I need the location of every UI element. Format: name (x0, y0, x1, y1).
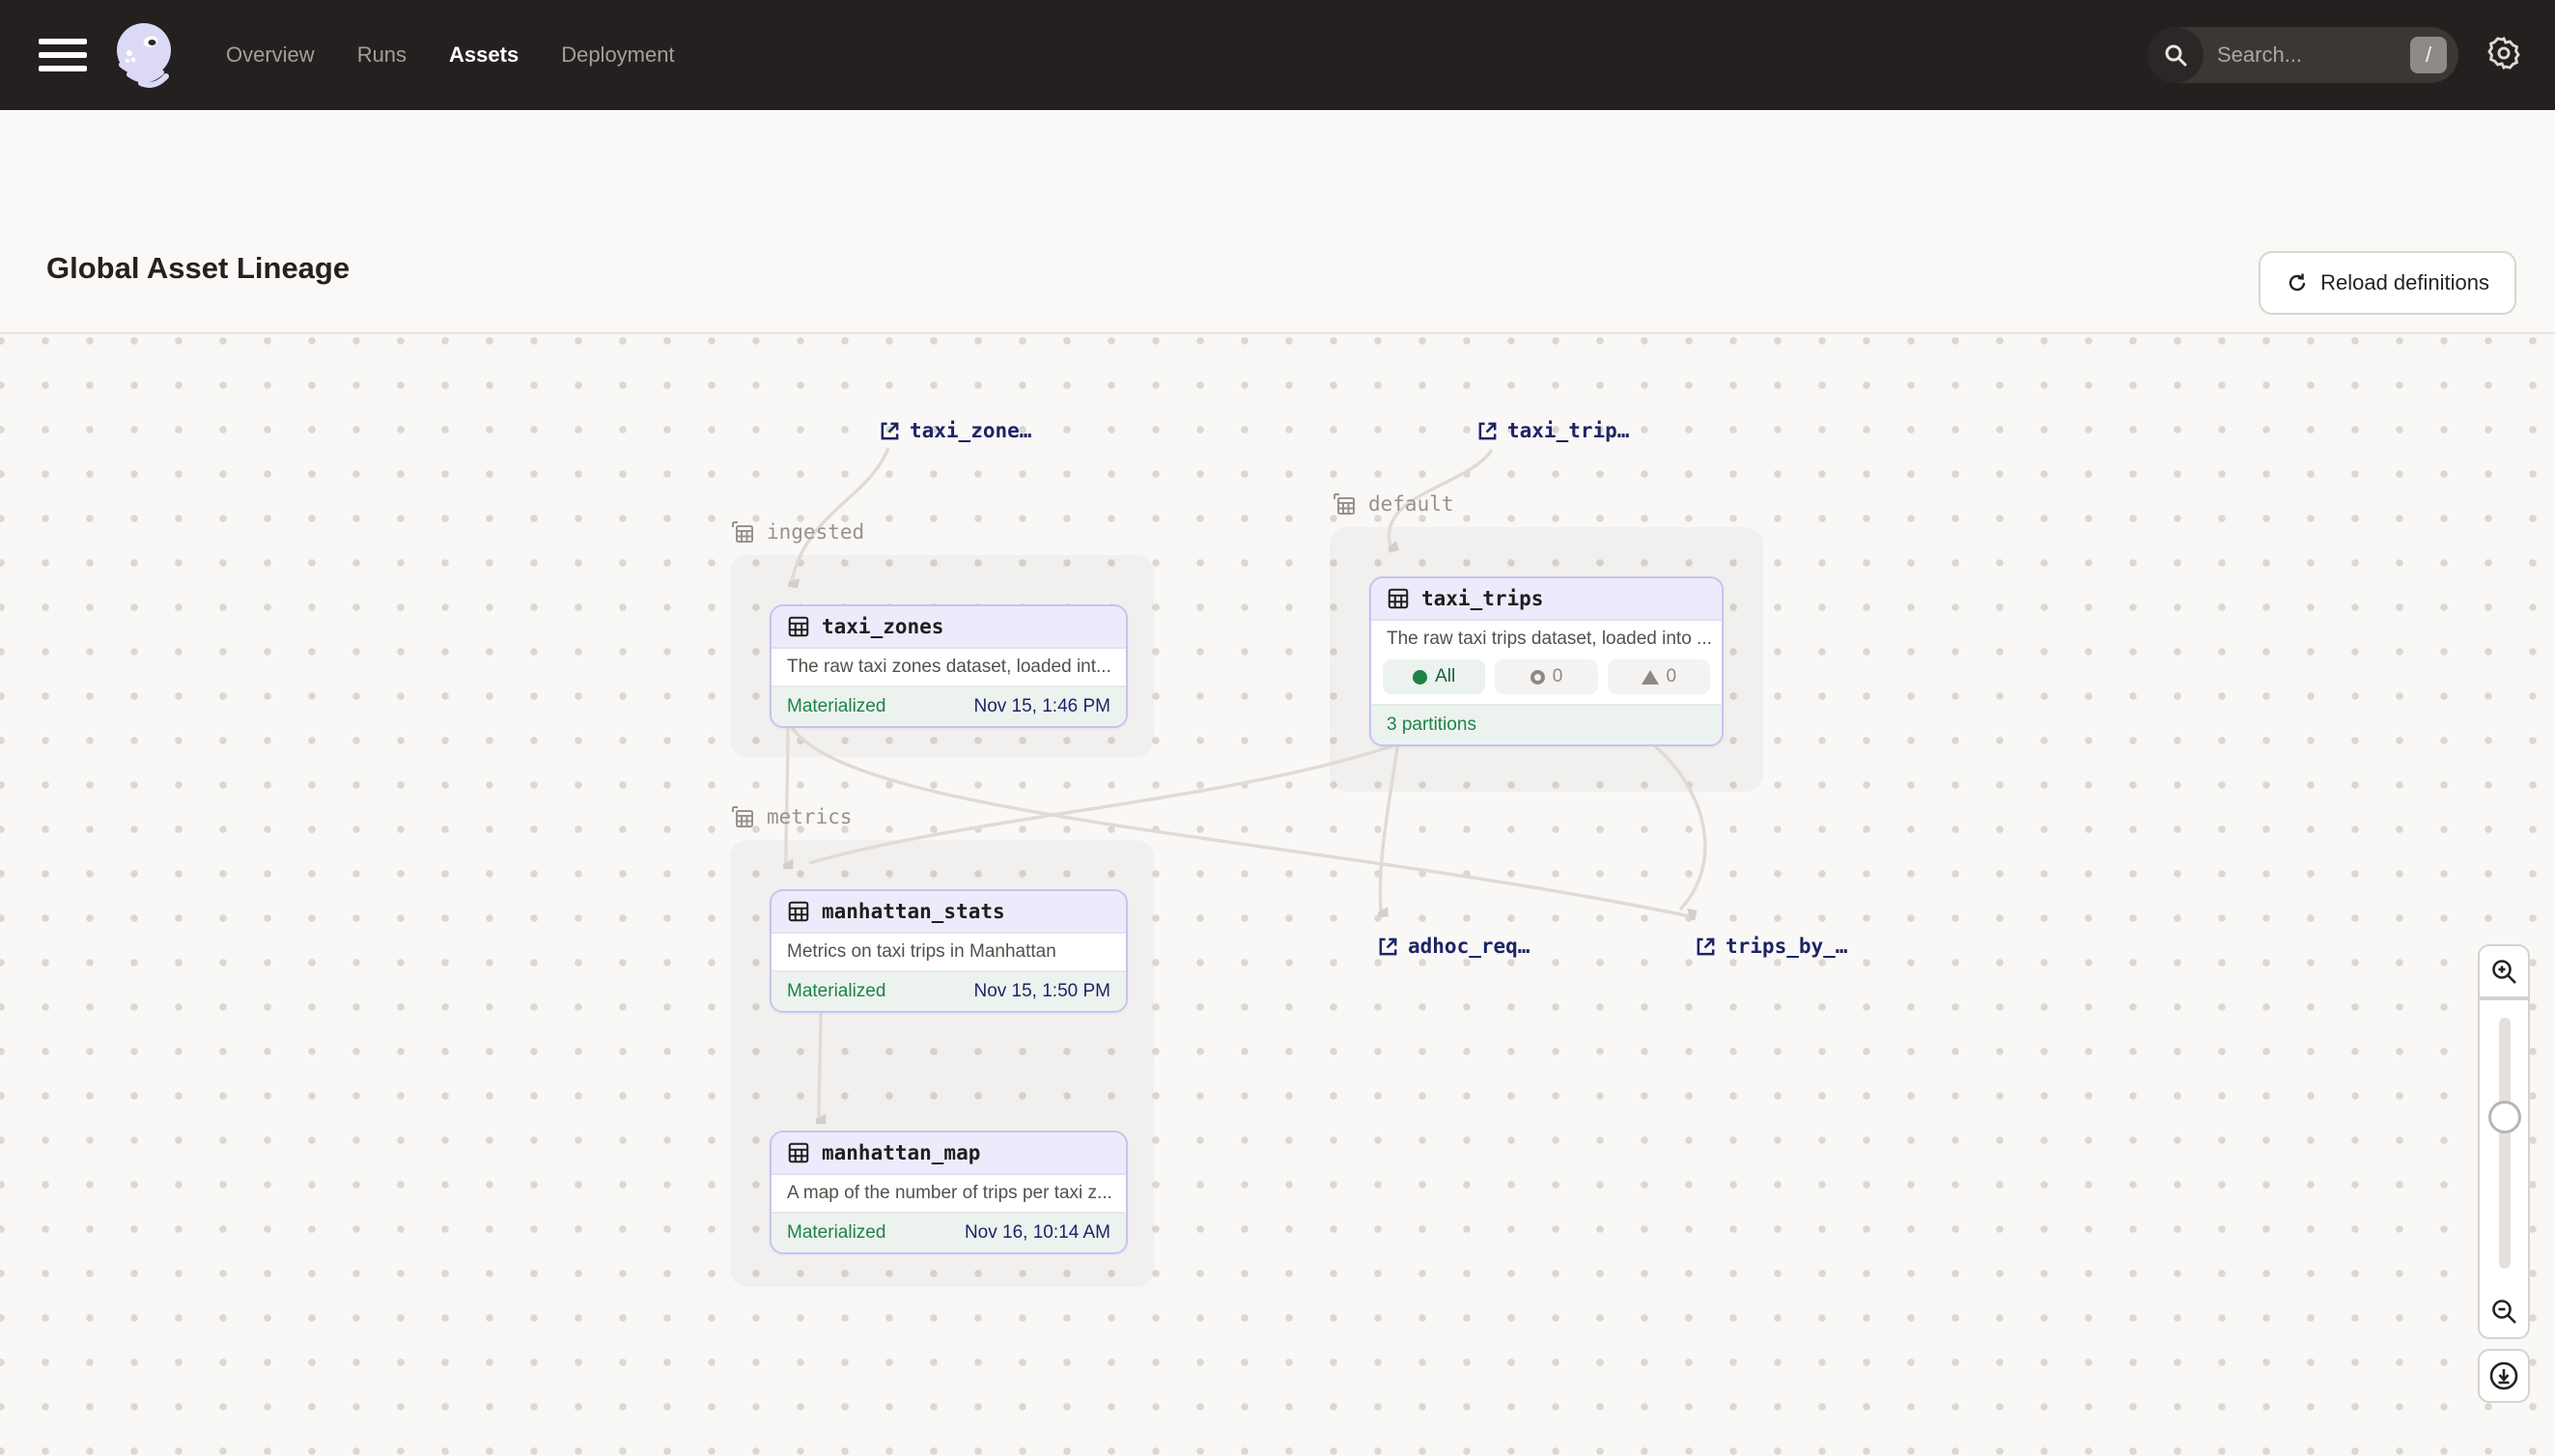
asset-status: Materialized (787, 981, 885, 1002)
asset-name: manhattan_stats (822, 900, 1005, 923)
asset-timestamp[interactable]: Nov 16, 10:14 AM (965, 1222, 1110, 1244)
asset-description: The raw taxi trips dataset, loaded into … (1371, 621, 1722, 658)
download-image-button[interactable] (2478, 1349, 2530, 1403)
page-header: Global Asset Lineage Reload definitions … (0, 110, 2555, 334)
zoom-out-button[interactable] (2478, 1285, 2530, 1339)
lineage-edges (0, 334, 2555, 1456)
external-asset-taxi-trip[interactable]: taxi_trip… (1476, 419, 1629, 442)
asset-status: Materialized (787, 1222, 885, 1244)
partitions-all-pill[interactable]: All (1383, 659, 1485, 694)
search-icon (2148, 27, 2204, 83)
group-table-icon (1332, 491, 1357, 517)
lineage-canvas[interactable]: ingested default metrics taxi_zone… taxi… (0, 334, 2555, 1456)
asset-status: Materialized (787, 696, 885, 717)
asset-description: The raw taxi zones dataset, loaded int..… (772, 649, 1126, 686)
table-icon (1387, 587, 1410, 610)
asset-partitions-count[interactable]: 3 partitions (1387, 714, 1476, 736)
asset-timestamp[interactable]: Nov 15, 1:50 PM (973, 981, 1110, 1002)
menu-icon[interactable] (39, 39, 87, 71)
table-icon (787, 900, 810, 923)
global-search[interactable]: Search... / (2148, 27, 2458, 83)
group-label-metrics[interactable]: metrics (730, 804, 853, 829)
asset-node-taxi-trips[interactable]: taxi_trips The raw taxi trips dataset, l… (1369, 576, 1724, 746)
external-link-icon (1476, 420, 1499, 442)
asset-name: manhattan_map (822, 1141, 980, 1164)
reload-definitions-button[interactable]: Reload definitions (2259, 251, 2516, 315)
search-placeholder: Search... (2217, 42, 2410, 68)
zoom-out-icon (2489, 1297, 2518, 1326)
external-link-icon (879, 420, 901, 442)
zoom-in-icon (2489, 957, 2518, 986)
zoom-controls (2478, 944, 2530, 1403)
asset-name: taxi_zones (822, 615, 943, 638)
nav-items: Overview Runs Assets Deployment (226, 42, 675, 68)
asset-node-taxi-zones[interactable]: taxi_zones The raw taxi zones dataset, l… (770, 604, 1128, 728)
nav-item-overview[interactable]: Overview (226, 42, 315, 68)
settings-gear-icon[interactable] (2485, 35, 2522, 76)
external-asset-trips-by[interactable]: trips_by_… (1695, 935, 1847, 958)
asset-description: Metrics on taxi trips in Manhattan (772, 934, 1126, 970)
asset-node-manhattan-map[interactable]: manhattan_map A map of the number of tri… (770, 1131, 1128, 1254)
external-asset-taxi-zone[interactable]: taxi_zone… (879, 419, 1031, 442)
external-link-icon (1695, 936, 1717, 958)
partition-health-pills: All 0 0 (1371, 658, 1722, 704)
external-link-icon (1377, 936, 1399, 958)
nav-item-runs[interactable]: Runs (357, 42, 407, 68)
reload-icon (2286, 271, 2309, 294)
asset-name: taxi_trips (1421, 587, 1543, 610)
zoom-slider-handle[interactable] (2488, 1101, 2521, 1134)
asset-description: A map of the number of trips per taxi z.… (772, 1175, 1126, 1212)
nav-item-assets[interactable]: Assets (449, 42, 519, 68)
group-table-icon (730, 804, 755, 829)
group-label-default[interactable]: default (1332, 491, 1454, 517)
triangle-icon (1642, 670, 1659, 685)
group-label-ingested[interactable]: ingested (730, 519, 864, 545)
external-asset-adhoc-req[interactable]: adhoc_req… (1377, 935, 1530, 958)
download-icon (2487, 1359, 2520, 1392)
group-table-icon (730, 519, 755, 545)
page-title: Global Asset Lineage (46, 251, 350, 286)
ring-icon (1530, 670, 1545, 685)
top-nav: Overview Runs Assets Deployment Search..… (0, 0, 2555, 110)
nav-item-deployment[interactable]: Deployment (561, 42, 674, 68)
asset-timestamp[interactable]: Nov 15, 1:46 PM (973, 696, 1110, 717)
zoom-in-button[interactable] (2478, 944, 2530, 998)
partitions-failed-pill[interactable]: 0 (1608, 659, 1710, 694)
filled-dot-icon (1413, 670, 1427, 685)
table-icon (787, 1141, 810, 1164)
zoom-slider[interactable] (2478, 998, 2530, 1285)
asset-node-manhattan-stats[interactable]: manhattan_stats Metrics on taxi trips in… (770, 889, 1128, 1013)
partitions-missing-pill[interactable]: 0 (1495, 659, 1597, 694)
dagster-logo[interactable] (108, 18, 182, 92)
search-shortcut-key: / (2410, 37, 2447, 73)
zoom-slider-track[interactable] (2499, 1018, 2511, 1269)
table-icon (787, 615, 810, 638)
